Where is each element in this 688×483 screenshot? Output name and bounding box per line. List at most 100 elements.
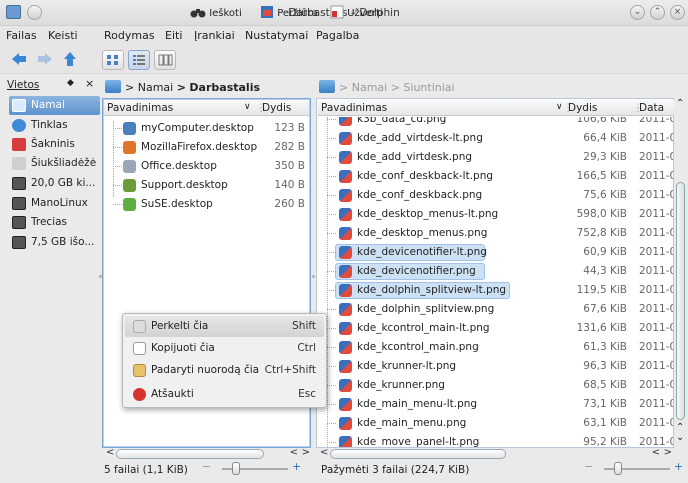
columns-view-button[interactable] <box>154 50 176 70</box>
drive-icon <box>12 236 26 249</box>
place-drive-3[interactable]: Trecias <box>9 213 100 232</box>
tree-line <box>327 176 336 177</box>
menu-item-copy-here[interactable]: Kopijuoti čia Ctrl <box>125 338 324 359</box>
menu-item-cancel[interactable]: Atšaukti Esc <box>125 384 324 405</box>
menu-edit[interactable]: Keisti <box>48 29 78 42</box>
crumb-root[interactable]: Namai <box>352 81 387 94</box>
breadcrumb-right[interactable]: > Namai > Siuntiniai <box>319 80 519 96</box>
scroll-left-icon[interactable]: < <box>320 447 328 458</box>
zoom-in-icon[interactable]: + <box>292 460 301 473</box>
sort-chevron-icon[interactable]: ∨ <box>244 102 251 112</box>
file-row[interactable]: Office.desktop 350 B <box>103 158 308 175</box>
menu-view[interactable]: Rodymas <box>104 29 155 42</box>
crumb-current[interactable]: Siuntiniai <box>403 81 454 94</box>
left-horizontal-scrollbar[interactable]: < < > <box>104 447 314 461</box>
menu-go[interactable]: Eiti <box>165 29 182 42</box>
left-zoom-slider[interactable]: − + <box>196 460 311 476</box>
file-row[interactable]: kde_desktop_menus.png 752,8 KiB 2011-0 <box>317 225 673 242</box>
scrollbar-thumb[interactable] <box>116 449 264 459</box>
forward-arrow-icon[interactable] <box>36 50 54 68</box>
file-row[interactable]: k3b_data_cd.png 106,6 KiB 2011-0 <box>317 117 673 128</box>
zoom-out-icon[interactable]: − <box>202 460 211 473</box>
zoom-knob[interactable] <box>232 462 240 475</box>
splitter-handle[interactable] <box>99 275 102 278</box>
minimize-button[interactable]: ⌄ <box>630 5 645 20</box>
right-vertical-scrollbar[interactable]: ⌃ ⌃ ⌄ <box>674 98 688 448</box>
breadcrumb-left[interactable]: > Namai > Darbastalis <box>105 80 305 96</box>
file-row[interactable]: kde_dolphin_splitview.png 67,6 KiB 2011-0 <box>317 301 673 318</box>
menu-help[interactable]: Pagalba <box>316 29 359 42</box>
place-drive-4[interactable]: 7,5 GB išo... <box>9 233 100 252</box>
menu-item-move-here[interactable]: Perkelti čia Shift <box>125 316 324 337</box>
menu-tools[interactable]: Įrankiai <box>194 29 235 42</box>
date-column-header[interactable]: Data <box>639 102 664 114</box>
size-column-header[interactable]: Dydis <box>262 102 291 114</box>
menu-settings[interactable]: Nustatymai <box>245 29 308 42</box>
file-row[interactable]: kde_move_panel-lt.png 95,2 KiB 2011-0 <box>317 434 673 447</box>
place-trash[interactable]: Šiukšliadėžė <box>9 154 100 173</box>
name-column-header[interactable]: Pavadinimas <box>321 102 387 114</box>
file-row[interactable]: kde_main_menu.png 63,1 KiB 2011-0 <box>317 415 673 432</box>
menu-item-shortcut: Ctrl <box>297 342 316 354</box>
place-home[interactable]: Namai <box>9 96 100 115</box>
file-row[interactable]: kde_dolphin_splitview-lt.png 119,5 KiB 201… <box>317 282 673 299</box>
file-row[interactable]: kde_kcontrol_main.png 61,3 KiB 2011-0 <box>317 339 673 356</box>
file-row[interactable]: kde_conf_deskback.png 75,6 KiB 2011-0 <box>317 187 673 204</box>
file-row[interactable]: kde_devicenotifier-lt.png 60,9 KiB 2011-0 <box>317 244 673 261</box>
scroll-left-icon[interactable]: < <box>290 447 298 458</box>
scrollbar-thumb[interactable] <box>676 182 685 420</box>
png-file-icon <box>339 341 352 354</box>
place-drive-1[interactable]: 20,0 GB ki... <box>9 174 100 193</box>
file-row[interactable]: kde_devicenotifier.png 44,3 KiB 2011-0 <box>317 263 673 280</box>
preview-button[interactable]: Peržiūra <box>260 4 318 24</box>
scroll-left-icon[interactable]: < <box>652 447 660 458</box>
file-row[interactable]: kde_add_virtdesk-lt.png 66,4 KiB 2011-0 <box>317 130 673 147</box>
file-row[interactable]: SuSE.desktop 260 B <box>103 196 308 213</box>
size-column-header[interactable]: Dydis <box>568 102 597 114</box>
maximize-button[interactable]: ⌃ <box>650 5 665 20</box>
crumb-root[interactable]: Namai <box>138 81 173 94</box>
file-row[interactable]: kde_krunner.png 68,5 KiB 2011-0 <box>317 377 673 394</box>
sort-chevron-icon[interactable]: ∨ <box>556 102 563 112</box>
scroll-down-icon[interactable]: ⌄ <box>676 432 684 443</box>
menu-item-link-here[interactable]: Padaryti nuorodą čia Ctrl+Shift <box>125 360 324 381</box>
scroll-right-icon[interactable]: > <box>302 447 310 458</box>
right-zoom-slider[interactable]: − + <box>578 460 688 476</box>
zoom-in-icon[interactable]: + <box>674 460 683 473</box>
icons-view-button[interactable] <box>102 50 124 70</box>
file-row[interactable]: MozillaFirefox.desktop 282 B <box>103 139 308 156</box>
scroll-up-icon[interactable]: ⌃ <box>676 98 684 109</box>
menu-file[interactable]: Failas <box>6 29 37 42</box>
scrollbar-thumb[interactable] <box>330 449 506 459</box>
close-button[interactable]: × <box>670 5 685 20</box>
details-view-button[interactable] <box>128 50 150 70</box>
scroll-right-icon[interactable]: > <box>664 447 672 458</box>
place-drive-2[interactable]: ManoLinux <box>9 194 100 213</box>
search-button[interactable]: Ieškoti <box>190 4 242 24</box>
name-column-header[interactable]: Pavadinimas <box>107 102 173 114</box>
places-close-icon[interactable]: × <box>85 77 94 90</box>
file-row[interactable]: kde_desktop_menus-lt.png 598,0 KiB 2011-0 <box>317 206 673 223</box>
link-icon <box>133 364 146 377</box>
place-root[interactable]: Šakninis <box>9 135 100 154</box>
file-row[interactable]: Support.desktop 140 B <box>103 177 308 194</box>
right-file-view[interactable]: Pavadinimas ∨ ⋮ Dydis ⋮ Data k3b_data_cd… <box>316 98 674 448</box>
places-float-icon[interactable]: ◆ <box>67 78 74 88</box>
place-network[interactable]: Tinklas <box>9 116 100 135</box>
file-row[interactable]: kde_conf_deskback-lt.png 166,5 KiB 2011-0 <box>317 168 673 185</box>
lock-panels-button[interactable]: Užverti <box>330 4 383 24</box>
file-row[interactable]: kde_kcontrol_main-lt.png 131,6 KiB 2011-0 <box>317 320 673 337</box>
right-horizontal-scrollbar[interactable]: < < > <box>318 447 676 461</box>
crumb-current[interactable]: Darbastalis <box>189 81 260 94</box>
zoom-out-icon[interactable]: − <box>584 460 593 473</box>
file-row[interactable]: kde_add_virtdesk.png 29,3 KiB 2011-0 <box>317 149 673 166</box>
file-row[interactable]: kde_krunner-lt.png 96,3 KiB 2011-0 <box>317 358 673 375</box>
drive-icon <box>12 216 26 229</box>
zoom-knob[interactable] <box>614 462 622 475</box>
file-row[interactable]: myComputer.desktop 123 B <box>103 120 308 137</box>
file-row[interactable]: kde_main_menu-lt.png 73,1 KiB 2011-0 <box>317 396 673 413</box>
up-arrow-icon[interactable] <box>61 50 79 68</box>
scroll-left-icon[interactable]: < <box>106 447 114 458</box>
splitter-handle[interactable] <box>312 275 315 278</box>
back-arrow-icon[interactable] <box>10 50 28 68</box>
